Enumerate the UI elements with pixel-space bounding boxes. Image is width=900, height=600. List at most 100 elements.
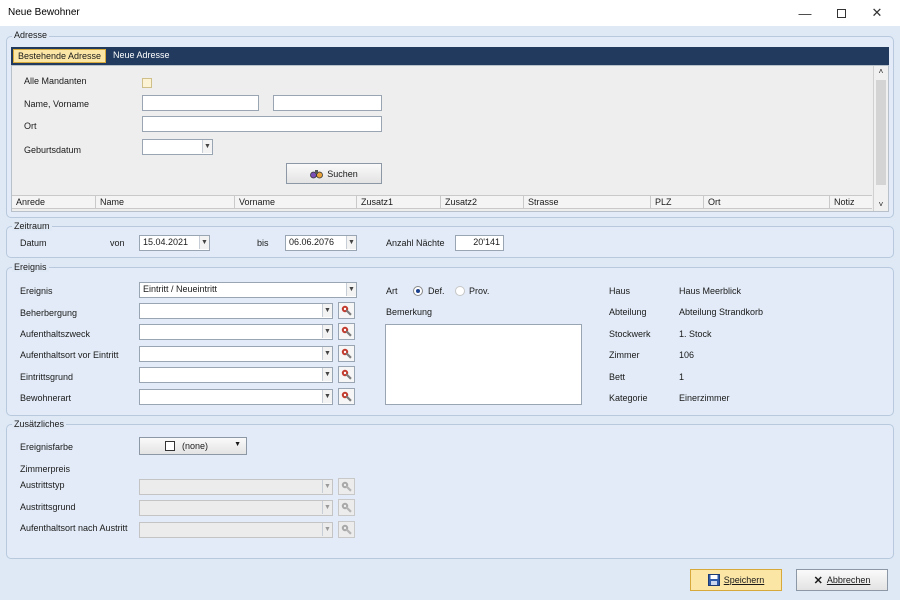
von-datepicker[interactable]: 15.04.2021 ▼ [139,235,210,251]
save-button[interactable]: Speichern [690,569,782,591]
info-stockwerk-label: Stockwerk [609,329,651,339]
cancel-button[interactable]: ✕ Abbrechen [796,569,888,591]
name-input[interactable] [142,95,259,111]
chevron-down-icon: ▼ [234,441,241,448]
scroll-thumb[interactable] [876,80,886,185]
wrench-icon [341,481,352,492]
eintrittsgrund-select[interactable]: ▼ [139,367,333,383]
bewohnerart-label: Bewohnerart [20,393,72,403]
ereignisfarbe-color-picker[interactable]: (none) ▼ [139,437,247,455]
ereignisfarbe-value: (none) [182,441,209,451]
zusaetzliches-group-label: Zusätzliches [12,419,67,429]
wrench-icon [341,391,352,402]
vorname-input[interactable] [273,95,382,111]
address-vertical-scrollbar[interactable]: ˄ ˅ [873,66,888,211]
anzahl-naechte-field: 20'141 [455,235,504,251]
bis-datepicker[interactable]: 06.06.2076 ▼ [285,235,357,251]
binoculars-icon [310,170,324,179]
aufenthaltsort-vor-select[interactable]: ▼ [139,346,333,362]
chevron-down-icon: ▼ [202,140,212,153]
chevron-down-icon: ▼ [322,501,332,514]
art-def-label: Def. [428,286,445,296]
ereignis-label: Ereignis [20,286,53,296]
suchen-button[interactable]: Suchen [286,163,382,184]
von-value: 15.04.2021 [143,237,189,247]
wrench-icon [341,369,352,380]
austrittstyp-select[interactable]: ▼ [139,479,333,495]
beherbergung-select[interactable]: ▼ [139,303,333,319]
zimmerpreis-label: Zimmerpreis [20,464,71,474]
info-haus-label: Haus [609,286,631,296]
austrittsgrund-select[interactable]: ▼ [139,500,333,516]
art-label: Art [386,286,398,296]
bemerkung-textarea[interactable] [385,324,582,405]
info-stockwerk-value: 1. Stock [679,329,712,339]
address-grid-header: Anrede Name Vorname Zusatz1 Zusatz2 Stra… [12,195,872,209]
art-prov-radio[interactable] [455,286,465,296]
art-prov-label: Prov. [469,286,490,296]
window-title: Neue Bewohner [8,7,80,18]
geburtsdatum-datepicker[interactable]: ▼ [142,139,213,155]
col-notiz[interactable]: Notiz [830,196,872,209]
suchen-label: Suchen [327,168,358,179]
aufenthaltszweck-picker-button[interactable] [338,323,355,340]
close-icon: ✕ [871,5,883,20]
alle-mandanten-label: Alle Mandanten [24,76,87,86]
col-plz[interactable]: PLZ [651,196,704,209]
info-bett-label: Bett [609,372,626,382]
austrittstyp-picker-button[interactable] [338,478,355,495]
beherbergung-picker-button[interactable] [338,302,355,319]
ereignis-select[interactable]: Eintritt / Neueintritt ▼ [139,282,357,298]
tab-bestehende-adresse[interactable]: Bestehende Adresse [13,49,107,63]
datum-label: Datum [20,238,47,248]
ereignis-group-label: Ereignis [12,262,49,272]
floppy-disk-icon [707,574,720,586]
art-def-radio[interactable] [413,286,423,296]
austrittsgrund-picker-button[interactable] [338,499,355,516]
col-strasse[interactable]: Strasse [524,196,651,209]
minimize-icon: — [798,5,812,21]
alle-mandanten-checkbox[interactable] [142,78,152,88]
wrench-icon [341,305,352,316]
aufenthaltsort-nach-picker-button[interactable] [338,521,355,538]
chevron-down-icon: ▼ [199,236,209,249]
title-bar: Neue Bewohner — ✕ [0,0,900,26]
scroll-down-icon[interactable]: ˅ [874,199,888,211]
austrittstyp-label: Austrittstyp [20,480,65,490]
maximize-button[interactable] [824,0,858,26]
beherbergung-label: Beherbergung [20,308,78,318]
col-zusatz2[interactable]: Zusatz2 [441,196,524,209]
aufenthaltsort-vor-picker-button[interactable] [338,345,355,362]
tab-label: Neue Adresse [113,50,170,60]
info-haus-value: Haus Meerblick [679,286,742,296]
col-zusatz1[interactable]: Zusatz1 [357,196,441,209]
aufenthaltszweck-select[interactable]: ▼ [139,324,333,340]
chevron-down-icon: ▼ [322,390,332,403]
col-name[interactable]: Name [96,196,235,209]
tab-neue-adresse[interactable]: Neue Adresse [109,49,174,63]
wrench-icon [341,326,352,337]
zeitraum-group-label: Zeitraum [12,221,52,231]
tab-label: Bestehende Adresse [18,51,102,61]
name-vorname-label: Name, Vorname [24,99,90,109]
chevron-down-icon: ▼ [322,304,332,317]
info-kategorie-label: Kategorie [609,393,648,403]
maximize-icon [836,8,846,18]
bewohnerart-picker-button[interactable] [338,388,355,405]
close-button[interactable]: ✕ [860,0,894,26]
minimize-button[interactable]: — [788,0,822,26]
save-label: Speichern [723,575,765,585]
ort-input[interactable] [142,116,382,132]
ereignisfarbe-label: Ereignisfarbe [20,442,74,452]
col-vorname[interactable]: Vorname [235,196,357,209]
wrench-icon [341,502,352,513]
info-zimmer-label: Zimmer [609,350,640,360]
chevron-down-icon: ▼ [322,523,332,536]
aufenthaltsort-nach-select[interactable]: ▼ [139,522,333,538]
bewohnerart-select[interactable]: ▼ [139,389,333,405]
col-ort[interactable]: Ort [704,196,830,209]
col-anrede[interactable]: Anrede [12,196,96,209]
eintrittsgrund-picker-button[interactable] [338,366,355,383]
scroll-up-icon[interactable]: ˄ [874,66,888,78]
aufenthaltszweck-label: Aufenthaltszweck [20,329,91,339]
